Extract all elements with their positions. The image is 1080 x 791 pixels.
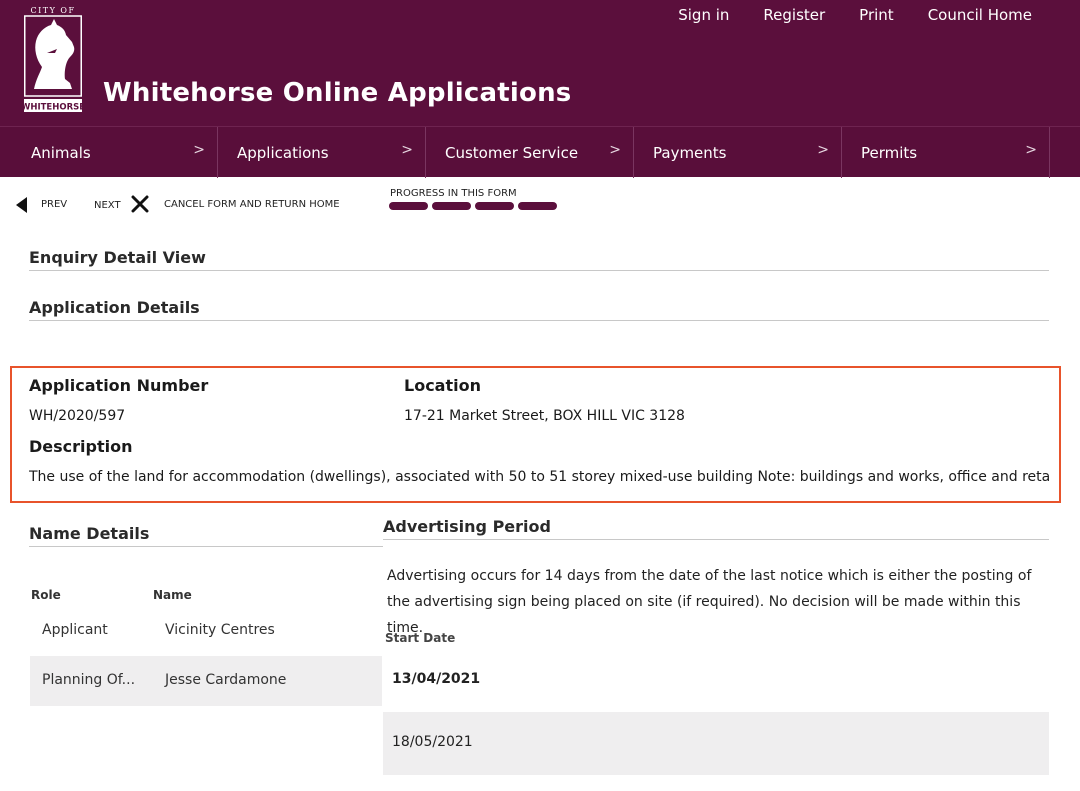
name-cell: Jesse Cardamone [165, 672, 287, 688]
name-details-heading: Name Details [29, 524, 150, 543]
main-nav: Animals > Applications > Customer Servic… [0, 126, 1080, 178]
end-date-value: 18/05/2021 [392, 734, 473, 750]
divider [29, 320, 1049, 321]
date-row: 18/05/2021 [383, 712, 1049, 775]
nav-item-label: Applications [237, 143, 329, 162]
advertising-period-heading: Advertising Period [383, 517, 551, 536]
role-column-header: Role [31, 588, 61, 602]
application-details-heading: Application Details [29, 298, 200, 317]
progress-segment [389, 202, 428, 210]
site-title: Whitehorse Online Applications [103, 78, 572, 108]
progress-label: PROGRESS IN THIS FORM [390, 188, 517, 199]
nav-item-label: Customer Service [445, 143, 579, 162]
role-cell: Planning Of... [42, 672, 136, 688]
logo-city-text: CITY OF [30, 6, 75, 15]
role-cell: Applicant [42, 622, 108, 638]
site-header: CITY OF WHITEHORSE Whitehorse Online App… [0, 0, 1080, 126]
chevron-right-icon: > [817, 142, 829, 158]
chevron-right-icon: > [1025, 142, 1037, 158]
progress-segment [432, 202, 471, 210]
nav-item-payments[interactable]: Payments > [634, 127, 842, 178]
prev-button[interactable]: PREV [41, 199, 67, 210]
location-label: Location [404, 376, 481, 395]
name-column-header: Name [153, 588, 192, 602]
nav-item-permits[interactable]: Permits > [842, 127, 1050, 178]
progress-segment [475, 202, 514, 210]
nav-item-label: Payments [653, 143, 727, 162]
top-links: Sign in Register Print Council Home [678, 6, 1032, 24]
prev-arrow-icon[interactable] [16, 197, 27, 213]
start-date-value: 13/04/2021 [392, 671, 481, 687]
progress-bar [389, 202, 557, 210]
description-label: Description [29, 437, 133, 456]
progress-segment [518, 202, 557, 210]
divider [29, 546, 383, 547]
nav-item-applications[interactable]: Applications > [218, 127, 426, 178]
close-icon[interactable] [131, 195, 149, 213]
whitehorse-logo[interactable]: CITY OF WHITEHORSE [24, 5, 82, 113]
advertising-description: Advertising occurs for 14 days from the … [387, 568, 1032, 636]
nav-item-label: Permits [861, 143, 918, 162]
sign-in-link[interactable]: Sign in [678, 6, 729, 24]
logo-name-text: WHITEHORSE [24, 103, 82, 113]
chevron-right-icon: > [401, 142, 413, 158]
nav-item-customer-service[interactable]: Customer Service > [426, 127, 634, 178]
divider [383, 539, 1049, 540]
name-cell: Vicinity Centres [165, 622, 275, 638]
location-value: 17-21 Market Street, BOX HILL VIC 3128 [404, 408, 685, 424]
next-button[interactable]: NEXT [94, 200, 121, 211]
council-home-link[interactable]: Council Home [928, 6, 1032, 24]
application-number-label: Application Number [29, 376, 209, 395]
description-value: The use of the land for accommodation (d… [29, 469, 1050, 485]
date-row: 13/04/2021 [383, 649, 1049, 712]
enquiry-detail-heading: Enquiry Detail View [29, 248, 206, 267]
cancel-form-button[interactable]: CANCEL FORM AND RETURN HOME [164, 199, 340, 210]
chevron-right-icon: > [193, 142, 205, 158]
divider [29, 270, 1049, 271]
chevron-right-icon: > [609, 142, 621, 158]
register-link[interactable]: Register [763, 6, 825, 24]
nav-item-animals[interactable]: Animals > [0, 127, 218, 178]
nav-item-label: Animals [31, 143, 91, 162]
table-row: Applicant Vicinity Centres [30, 606, 382, 656]
application-number-value: WH/2020/597 [29, 408, 126, 424]
start-date-label: Start Date [385, 631, 456, 645]
print-link[interactable]: Print [859, 6, 894, 24]
form-toolbar: PREV NEXT CANCEL FORM AND RETURN HOME PR… [0, 186, 1080, 226]
table-row: Planning Of... Jesse Cardamone [30, 656, 382, 706]
